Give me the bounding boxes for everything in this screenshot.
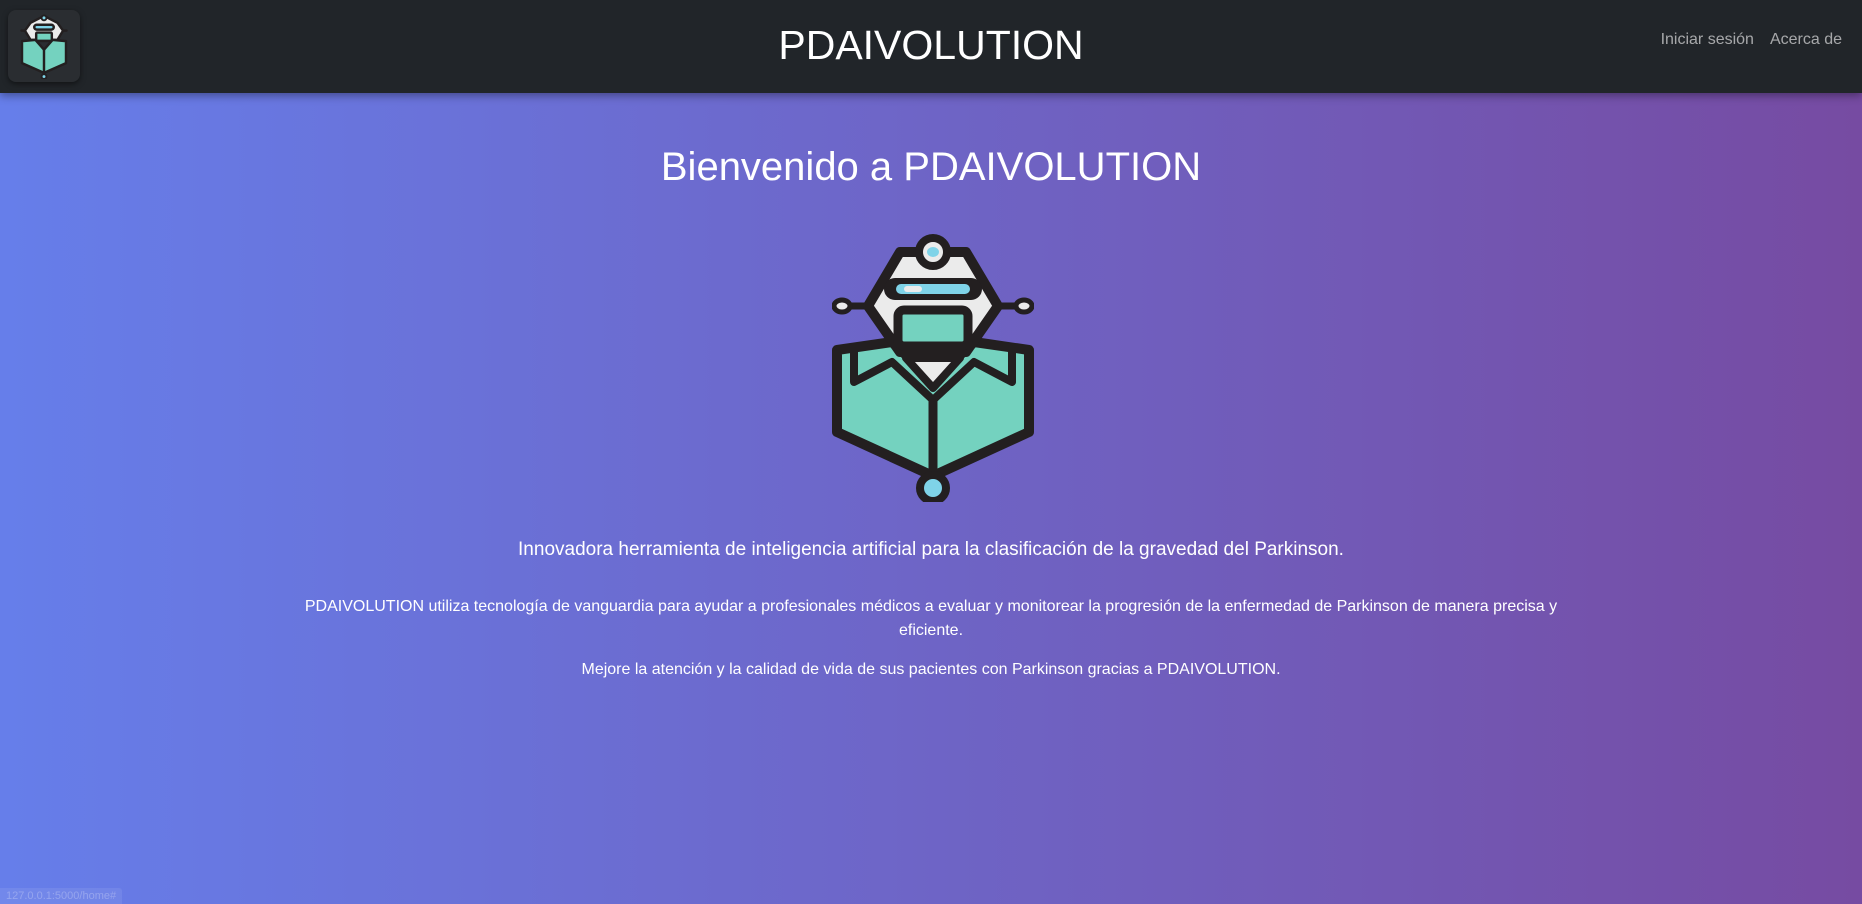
- status-bar-url: 127.0.0.1:5000/home#: [0, 888, 123, 904]
- hero-description: PDAIVOLUTION utiliza tecnología de vangu…: [304, 598, 1558, 639]
- about-link[interactable]: Acerca de: [1770, 28, 1842, 52]
- login-link[interactable]: Iniciar sesión: [1661, 28, 1754, 52]
- navbar-title: PDAIVOLUTION: [778, 22, 1084, 68]
- hero-tagline: Innovadora herramienta de inteligencia a…: [518, 539, 1344, 560]
- hero-title: Bienvenido a PDAIVOLUTION: [660, 145, 1202, 189]
- hero-description-secondary: Mejore la atención y la calidad de vida …: [581, 661, 1281, 678]
- navbar: PDAIVOLUTION Iniciar sesión Acerca de: [0, 0, 1862, 93]
- navbar-links: Iniciar sesión Acerca de: [1661, 28, 1842, 52]
- robot-logo-icon: [832, 234, 1034, 502]
